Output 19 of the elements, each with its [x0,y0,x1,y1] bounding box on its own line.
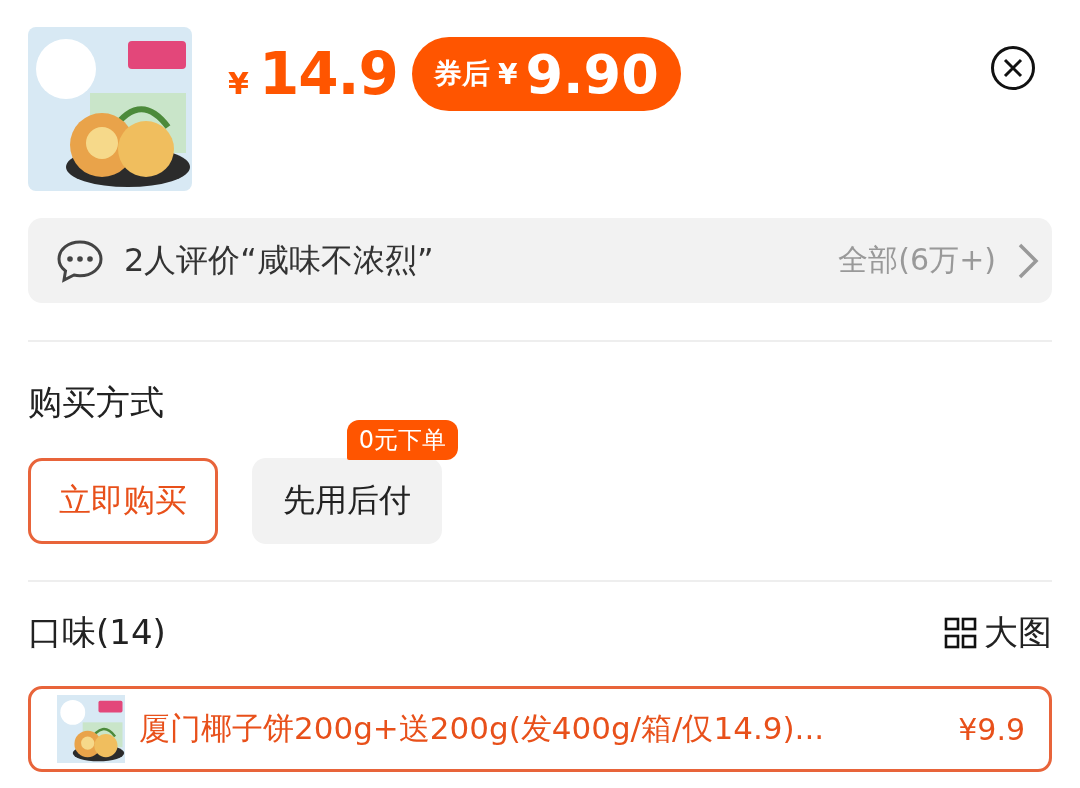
section-title: 购买方式 [28,381,164,424]
grid-icon [944,616,978,650]
flavor-option[interactable]: 厦门椰子饼200g+送200g(发400g/箱/仅14.9)... ¥9.9 [28,686,1052,772]
currency-symbol: ¥ [498,57,518,91]
coupon-label: 券后 [434,56,490,92]
close-icon[interactable] [990,45,1036,91]
purchase-option[interactable]: 先用后付 [252,458,442,544]
purchase-option[interactable]: 立即购买 [28,458,218,544]
flavor-label: 厦门椰子饼200g+送200g(发400g/箱/仅14.9)... [139,709,826,748]
section-title: 口味(14) [28,611,166,654]
flavor-price: ¥9.9 [958,711,1025,747]
review-summary: 2人评价“咸味不浓烈” [124,239,435,281]
promo-badge: 0元下单 [346,420,458,460]
review-bar[interactable]: 2人评价“咸味不浓烈” 全部(6万+) [28,218,1052,303]
price: 14.9 [258,40,398,108]
large-view-link[interactable]: 大图 [984,610,1052,656]
currency-symbol: ¥ [228,66,249,101]
coupon-price: 9.90 [525,42,659,106]
chat-bubble-icon [56,238,104,283]
